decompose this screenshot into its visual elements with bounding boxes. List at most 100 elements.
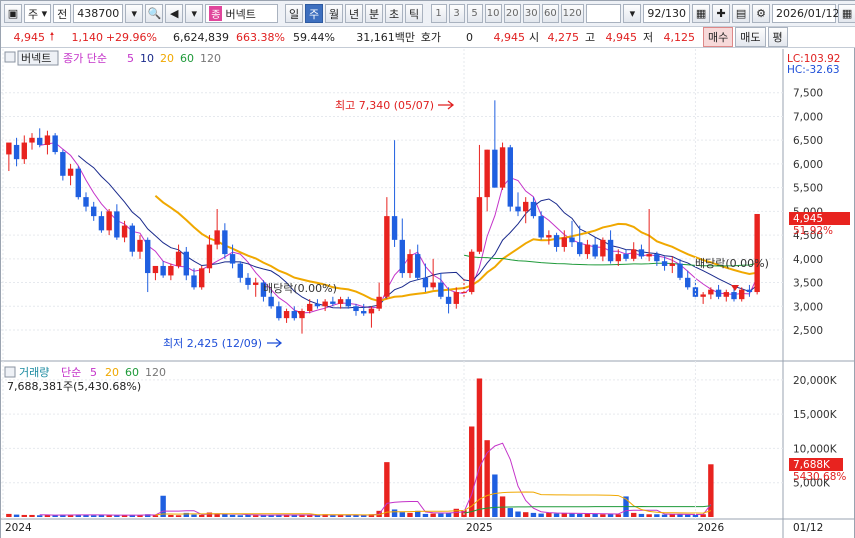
candle-body — [21, 142, 27, 160]
candle-body — [353, 306, 359, 312]
low-annotation: 최저 2,425 (12/09) — [163, 337, 262, 350]
interval-button-20[interactable]: 20 — [503, 4, 521, 23]
volume-panel-menu-icon[interactable] — [4, 366, 16, 378]
candle-body — [685, 277, 691, 288]
price-tick-label: 7,000 — [793, 111, 823, 123]
volume-bar — [330, 515, 336, 517]
tab-period-second[interactable]: 초 — [385, 4, 404, 23]
code-dropdown-icon[interactable]: ▾ — [125, 4, 144, 23]
candle-body — [245, 277, 251, 285]
candle-body — [199, 268, 205, 288]
date-field[interactable]: 2026/01/12 — [772, 4, 839, 23]
sell-button[interactable]: 매도 — [735, 27, 766, 47]
volume-bar — [631, 512, 637, 517]
chevron-down-icon[interactable]: ▾ — [623, 4, 642, 23]
volume-bar — [646, 514, 652, 517]
calendar-icon[interactable]: ▦ — [838, 4, 855, 23]
stock-chart[interactable]: 2,5003,0003,5004,0004,5005,0005,5006,000… — [1, 49, 854, 538]
dividend-annotation-1: 배당락(0.00%) — [263, 282, 337, 295]
candle-body — [399, 239, 405, 274]
interval-button-5[interactable]: 5 — [466, 4, 483, 23]
change-percent: +29.96% — [105, 30, 157, 44]
speaker-icon[interactable]: ◀ — [165, 4, 184, 23]
stock-name-field[interactable]: 종 버넥트 — [205, 4, 278, 23]
interval-button-120[interactable]: 120 — [560, 4, 584, 23]
interval-button-30[interactable]: 30 — [522, 4, 540, 23]
chart-area[interactable]: 2,5003,0003,5004,0004,5005,0005,5006,000… — [1, 49, 855, 538]
high-price: 4,945 — [605, 30, 638, 44]
market-scope-select[interactable]: 전 — [53, 4, 72, 23]
candle-body — [723, 292, 729, 297]
candle-body — [700, 294, 706, 297]
volume-bar — [476, 378, 483, 517]
volume-bar — [430, 513, 436, 517]
interval-button-1[interactable]: 1 — [430, 4, 447, 23]
gear-icon[interactable]: ⚙ — [752, 4, 771, 23]
interval-custom-input[interactable] — [585, 4, 622, 23]
search-icon[interactable]: 🔍 — [145, 4, 164, 23]
candle-body — [515, 206, 521, 212]
volume-bar — [445, 512, 452, 517]
volume-bar — [407, 512, 413, 517]
crosshair-icon[interactable]: ✚ — [712, 4, 731, 23]
volume-bar — [399, 512, 405, 517]
price-tick-label: 6,000 — [793, 159, 823, 171]
tab-period-minute[interactable]: 분 — [365, 4, 384, 23]
volume-bar — [438, 513, 444, 517]
volume-bar — [391, 509, 398, 517]
interval-button-10[interactable]: 10 — [484, 4, 502, 23]
candle-body — [438, 282, 444, 297]
candle-body — [415, 254, 421, 278]
change-amount: 1,140 — [71, 30, 104, 44]
candle-body — [13, 144, 20, 160]
candle-body — [6, 142, 12, 155]
panel-menu-icon[interactable] — [4, 51, 16, 63]
volume-bar — [577, 513, 583, 517]
lock-icon[interactable]: ▤ — [732, 4, 751, 23]
candle-body — [461, 292, 467, 294]
candle-body — [291, 311, 297, 319]
stock-code-input[interactable]: 438700 — [73, 4, 124, 23]
volume-bar — [661, 514, 668, 517]
volume-bar — [222, 514, 228, 517]
candle-body — [229, 254, 236, 264]
volume-bar — [708, 464, 714, 517]
chart-window: ▣ 주 ▾ 전 438700 ▾ 🔍 ◀ ▾ 종 버넥트 일 주 월 년 분 초… — [0, 0, 855, 538]
volume-bar — [685, 514, 691, 517]
candle-body — [646, 254, 652, 257]
volume-bar — [538, 513, 544, 517]
ma120-legend: 120 — [200, 52, 221, 65]
volume-bar — [638, 513, 645, 517]
ma60-legend: 60 — [180, 52, 194, 65]
grid-toggle-icon[interactable]: ▦ — [692, 4, 711, 23]
volume-panel-title: 거래량 — [19, 366, 49, 379]
candle-body — [538, 216, 544, 238]
tab-period-day[interactable]: 일 — [285, 4, 304, 23]
price-tick-label: 7,500 — [793, 88, 823, 100]
candle-body — [445, 296, 452, 304]
tab-period-week[interactable]: 주 — [305, 4, 324, 23]
interval-button-60[interactable]: 60 — [541, 4, 559, 23]
volume-bar — [422, 513, 429, 517]
tab-period-month[interactable]: 월 — [325, 4, 344, 23]
bar-count-field[interactable]: 92/130 — [643, 4, 691, 23]
interval-button-3[interactable]: 3 — [448, 4, 465, 23]
buy-button[interactable]: 매수 — [703, 27, 734, 47]
candle-body — [307, 303, 313, 312]
candle-body — [314, 303, 321, 307]
window-menu-icon[interactable]: ▣ — [4, 4, 22, 23]
candle-body — [739, 289, 745, 300]
stock-type-badge: 종 — [209, 6, 223, 21]
candle-body — [469, 251, 475, 293]
candle-body — [654, 254, 660, 262]
eval-button[interactable]: 평 — [767, 27, 788, 47]
tab-period-tick[interactable]: 틱 — [405, 4, 424, 23]
chevron-down-icon[interactable]: ▾ — [185, 4, 204, 23]
market-mode-select[interactable]: 주 ▾ — [24, 4, 52, 23]
volume-bar — [530, 512, 537, 517]
candle-body — [145, 239, 151, 274]
tab-period-year[interactable]: 년 — [345, 4, 364, 23]
hc-label: HC:-32.63 — [787, 64, 840, 76]
volume-bar — [152, 515, 159, 517]
volume-bar — [307, 515, 313, 517]
